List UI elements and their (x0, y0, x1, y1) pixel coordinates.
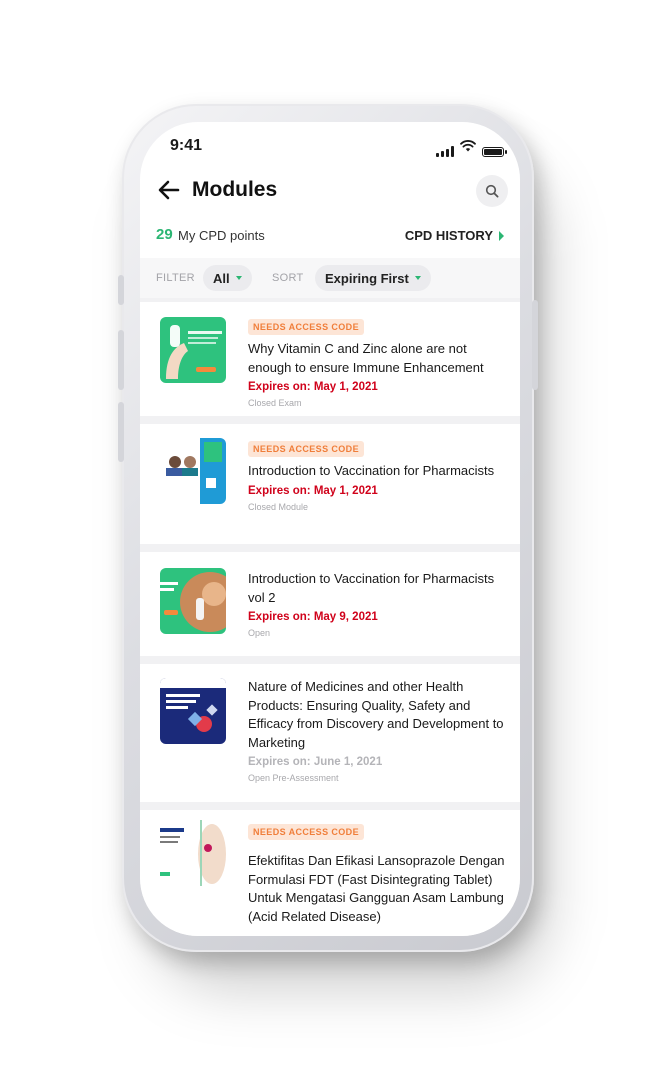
module-thumbnail (160, 568, 226, 634)
module-status: Closed Module (248, 501, 309, 512)
cpd-points-value: 29 (156, 226, 173, 243)
module-content: Nature of Medicines and other Health Pro… (248, 678, 506, 783)
filter-label: FILTER (156, 272, 195, 284)
module-thumbnail (160, 678, 226, 744)
module-thumbnail (160, 317, 226, 383)
module-expiry: Expires on: May 9, 2021 (248, 611, 378, 623)
page-title: Modules (192, 178, 278, 201)
access-code-badge: NEEDS ACCESS CODE (248, 824, 364, 840)
signal-icon (436, 146, 454, 157)
cpd-history-label: CPD HISTORY (404, 228, 493, 243)
module-card[interactable]: NEEDS ACCESS CODE Efektifitas Dan Efikas… (140, 810, 520, 936)
module-title: Nature of Medicines and other Health Pro… (248, 679, 504, 750)
sort-value: Expiring First (325, 270, 409, 286)
module-title: Introduction to Vaccination for Pharmaci… (248, 463, 495, 478)
module-title: Introduction to Vaccination for Pharmaci… (248, 571, 495, 605)
module-card[interactable]: NEEDS ACCESS CODE Introduction to Vaccin… (140, 424, 520, 544)
wifi-icon (460, 139, 476, 157)
cpd-points-row: 29 My CPD points CPD HISTORY (140, 226, 520, 248)
module-content: Introduction to Vaccination for Pharmaci… (248, 570, 506, 638)
module-card[interactable]: Nature of Medicines and other Health Pro… (140, 664, 520, 802)
chevron-right-icon (499, 230, 504, 241)
search-button[interactable] (476, 175, 508, 207)
module-card[interactable]: NEEDS ACCESS CODE Why Vitamin C and Zinc… (140, 302, 520, 416)
module-status: Open Pre-Assessment (248, 773, 339, 783)
module-title: Why Vitamin C and Zinc alone are not eno… (248, 341, 484, 375)
module-expiry: Expires on: June 1, 2021 (248, 756, 383, 768)
caret-down-icon (414, 276, 421, 280)
power-button (532, 300, 538, 390)
module-thumbnail (160, 438, 226, 504)
sort-label: SORT (272, 272, 304, 284)
volume-up-button (118, 330, 124, 390)
status-time: 9:41 (170, 137, 203, 154)
search-icon (485, 184, 499, 198)
module-content: NEEDS ACCESS CODE Why Vitamin C and Zinc… (248, 317, 506, 408)
module-title: Efektifitas Dan Efikasi Lansoprazole Den… (248, 853, 505, 924)
module-card[interactable]: Introduction to Vaccination for Pharmaci… (140, 552, 520, 656)
status-icons (436, 139, 507, 157)
filter-bar: FILTER All SORT Expiring First (140, 258, 520, 298)
cpd-history-link[interactable]: CPD HISTORY (405, 228, 504, 243)
module-status: Closed Exam (248, 398, 302, 408)
filter-dropdown[interactable]: All (203, 265, 252, 291)
module-thumbnail (160, 820, 226, 886)
header: Modules 29 My CPD points CPD HISTORY (140, 168, 520, 258)
module-expiry: Expires on: May 1, 2021 (248, 484, 378, 497)
module-content: NEEDS ACCESS CODE Introduction to Vaccin… (248, 439, 506, 512)
volume-down-button (118, 402, 124, 462)
back-arrow-icon[interactable] (158, 178, 182, 202)
cpd-points-label: My CPD points (178, 228, 265, 243)
module-status: Open (248, 628, 271, 638)
module-expiry: Expires on: May 1, 2021 (248, 381, 378, 393)
status-bar: 9:41 (140, 122, 520, 168)
caret-down-icon (235, 276, 242, 280)
battery-icon (482, 147, 507, 157)
access-code-badge: NEEDS ACCESS CODE (248, 441, 364, 457)
filter-value: All (213, 270, 230, 286)
app-screen: 9:41 Modules 29 My CPD points CPD HISTOR… (140, 122, 520, 936)
access-code-badge: NEEDS ACCESS CODE (248, 319, 364, 335)
module-content: NEEDS ACCESS CODE Efektifitas Dan Efikas… (248, 822, 506, 926)
mute-switch (118, 275, 124, 305)
sort-dropdown[interactable]: Expiring First (315, 265, 431, 291)
